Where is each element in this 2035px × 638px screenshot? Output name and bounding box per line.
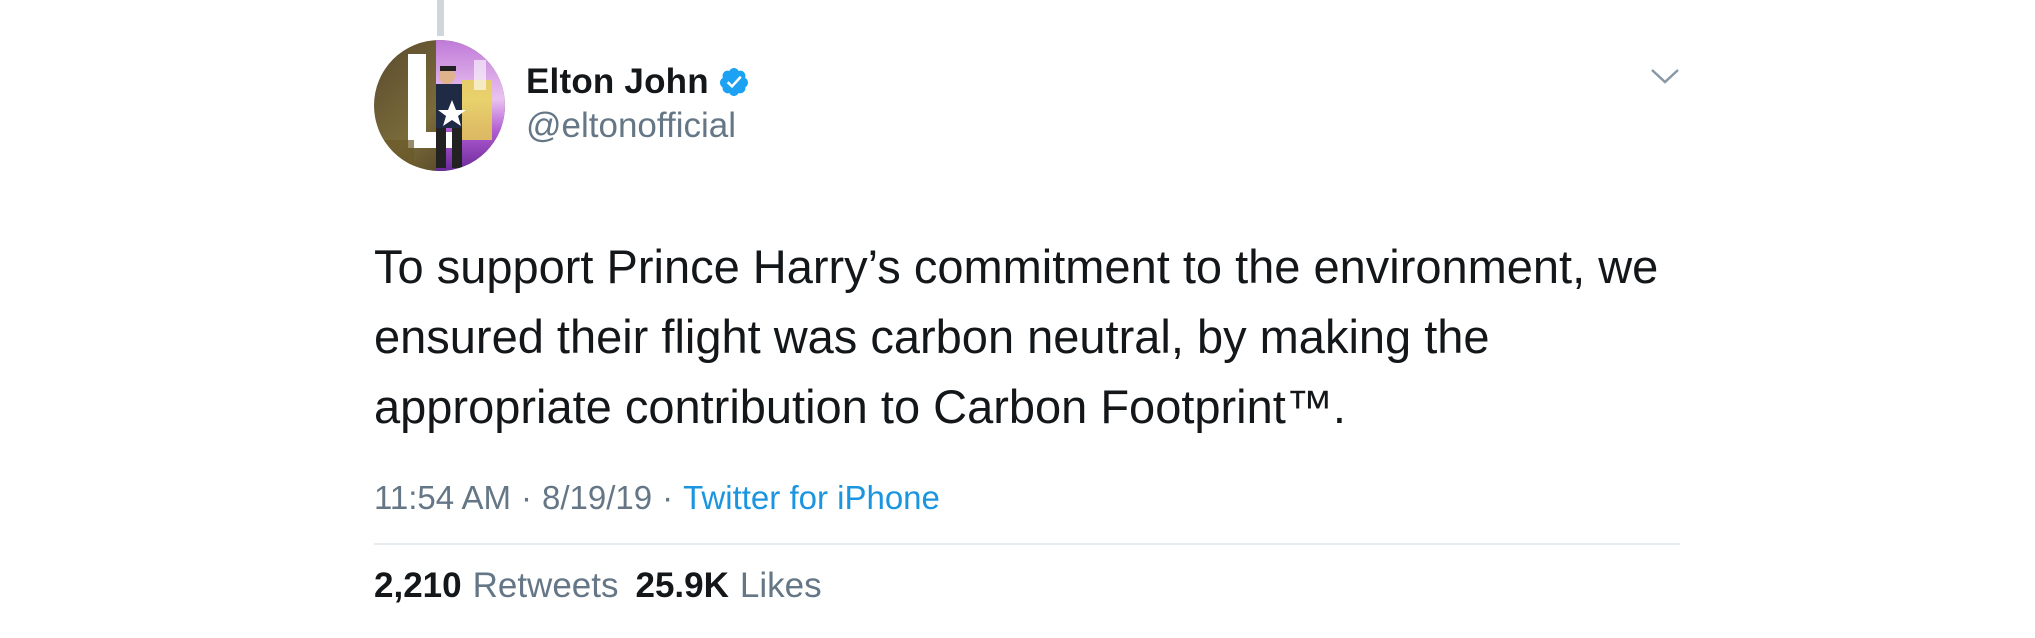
likes-stat[interactable]: 25.9K Likes: [636, 566, 822, 606]
author-display-name[interactable]: Elton John: [526, 62, 709, 102]
likes-count: 25.9K: [635, 566, 729, 605]
meta-separator: ·: [662, 479, 674, 516]
tweet-text: To support Prince Harry’s commitment to …: [374, 240, 1659, 433]
retweets-count: 2,210: [374, 566, 462, 605]
meta-separator: ·: [520, 479, 532, 516]
tweet-header: Elton John @eltonofficial: [374, 40, 1680, 176]
retweets-stat[interactable]: 2,210 Retweets: [374, 566, 619, 606]
tweet-source-link[interactable]: Twitter for iPhone: [683, 479, 940, 517]
author-handle[interactable]: @eltonofficial: [526, 106, 750, 146]
verified-badge-icon: [719, 68, 748, 96]
tweet-metadata: 11:54 AM · 8/19/19 · Twitter for iPhone: [374, 475, 1680, 521]
thread-connector-line: [437, 0, 444, 36]
retweets-label: Retweets: [472, 566, 619, 605]
tweet-stats: 2,210 Retweets 25.9K Likes: [374, 563, 1680, 609]
tweet-time[interactable]: 11:54 AM: [374, 479, 511, 517]
divider: [374, 543, 1680, 545]
chevron-down-icon[interactable]: [1650, 66, 1680, 86]
tweet-date[interactable]: 8/19/19: [542, 479, 652, 517]
tweet-card: Elton John @eltonofficial To support Pri…: [374, 40, 1680, 609]
avatar[interactable]: [374, 40, 505, 171]
author-name-row: Elton John: [526, 60, 750, 104]
likes-label: Likes: [739, 566, 822, 605]
author-info: Elton John @eltonofficial: [526, 60, 750, 146]
avatar-image-icon: [374, 40, 505, 171]
